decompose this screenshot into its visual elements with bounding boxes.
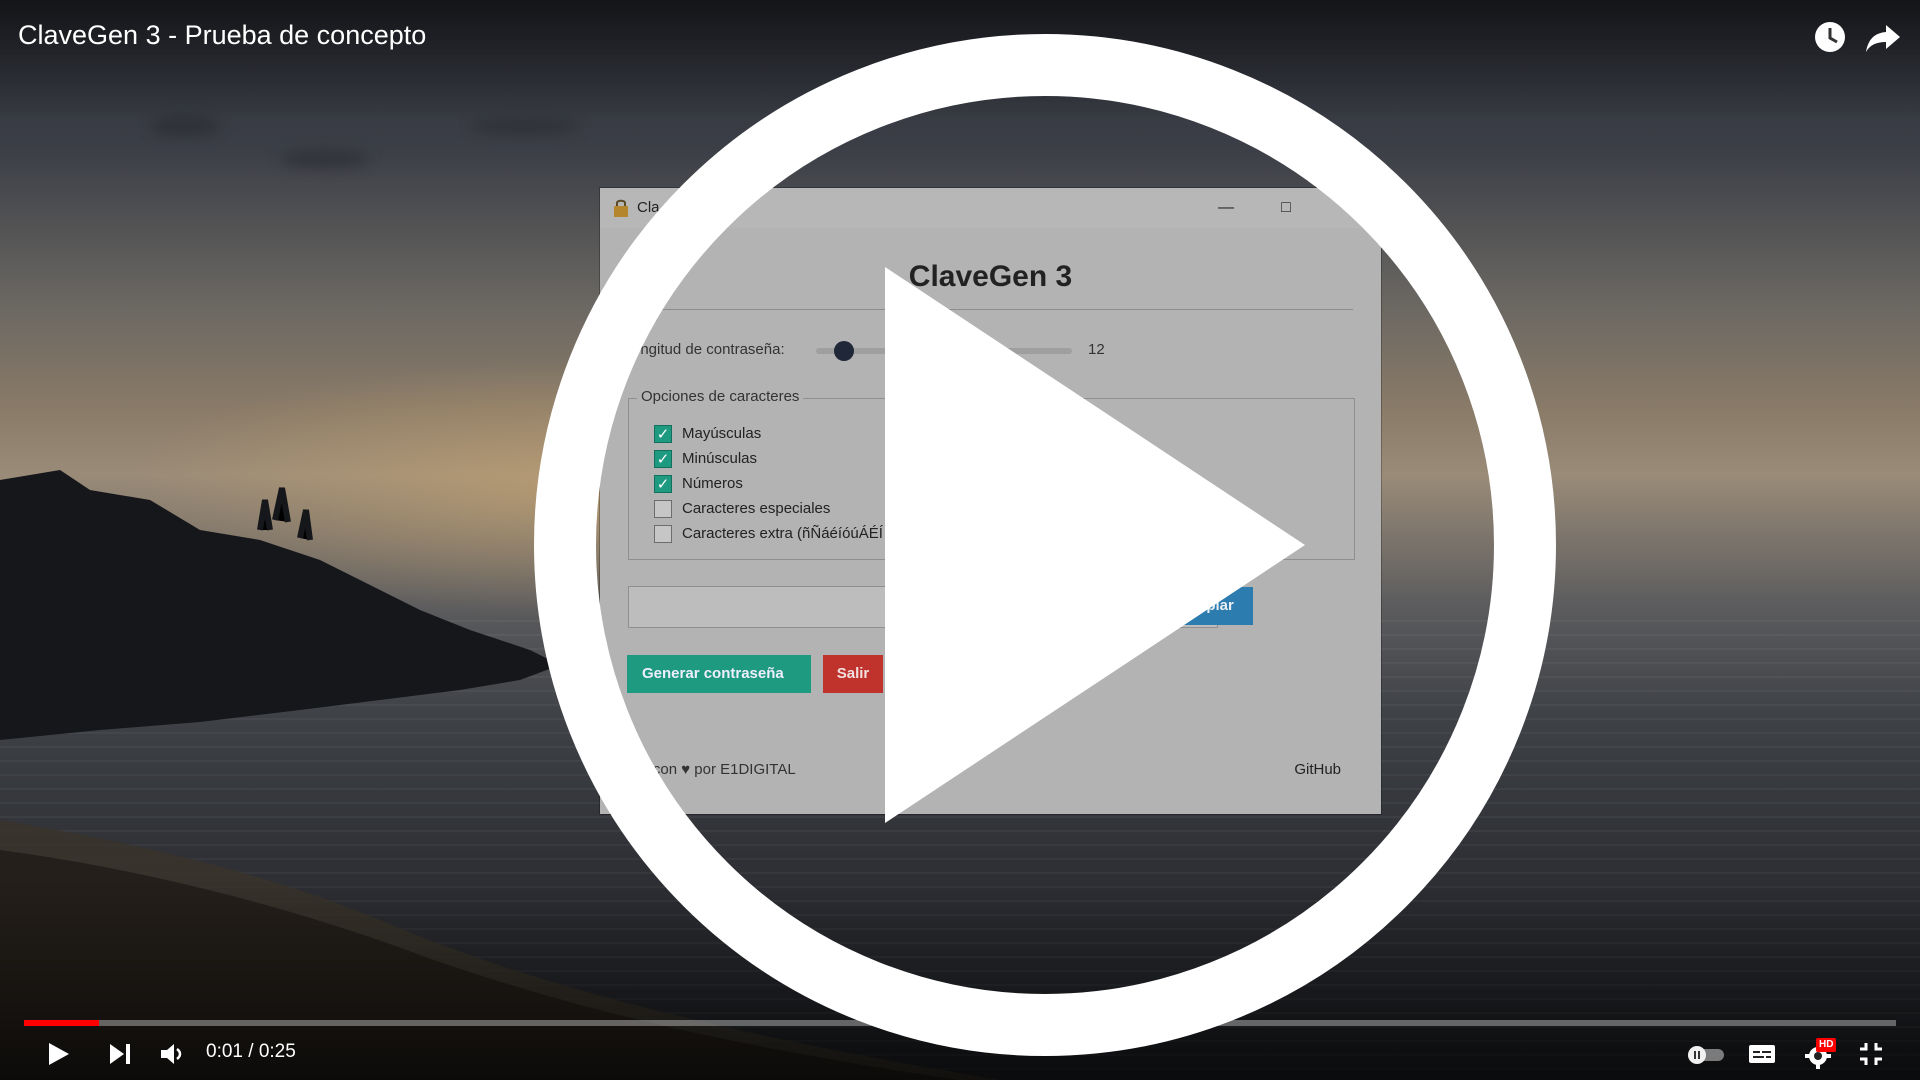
cliff-silhouette [0, 470, 560, 740]
play-icon[interactable] [44, 1038, 72, 1070]
video-title[interactable]: ClaveGen 3 - Prueba de concepto [18, 20, 426, 51]
time-separator: / [248, 1041, 254, 1062]
time-current: 0:01 [206, 1041, 243, 1062]
volume-icon[interactable] [158, 1038, 186, 1070]
big-play-icon[interactable] [530, 30, 1560, 1060]
clock-icon[interactable] [1809, 16, 1851, 58]
autoplay-toggle-icon[interactable] [1684, 1038, 1726, 1070]
time-total: 0:25 [258, 1041, 296, 1062]
progress-played [24, 1020, 99, 1026]
cloud [280, 150, 370, 168]
subtitles-icon[interactable] [1747, 1038, 1777, 1070]
exit-fullscreen-icon[interactable] [1856, 1038, 1886, 1070]
progress-bar[interactable] [24, 1020, 1896, 1026]
next-icon[interactable] [106, 1038, 134, 1070]
hd-badge: HD [1816, 1038, 1837, 1052]
share-icon[interactable] [1862, 16, 1904, 58]
time-display: 0:01 / 0:25 [206, 1041, 296, 1063]
settings-button[interactable]: HD [1802, 1038, 1842, 1070]
